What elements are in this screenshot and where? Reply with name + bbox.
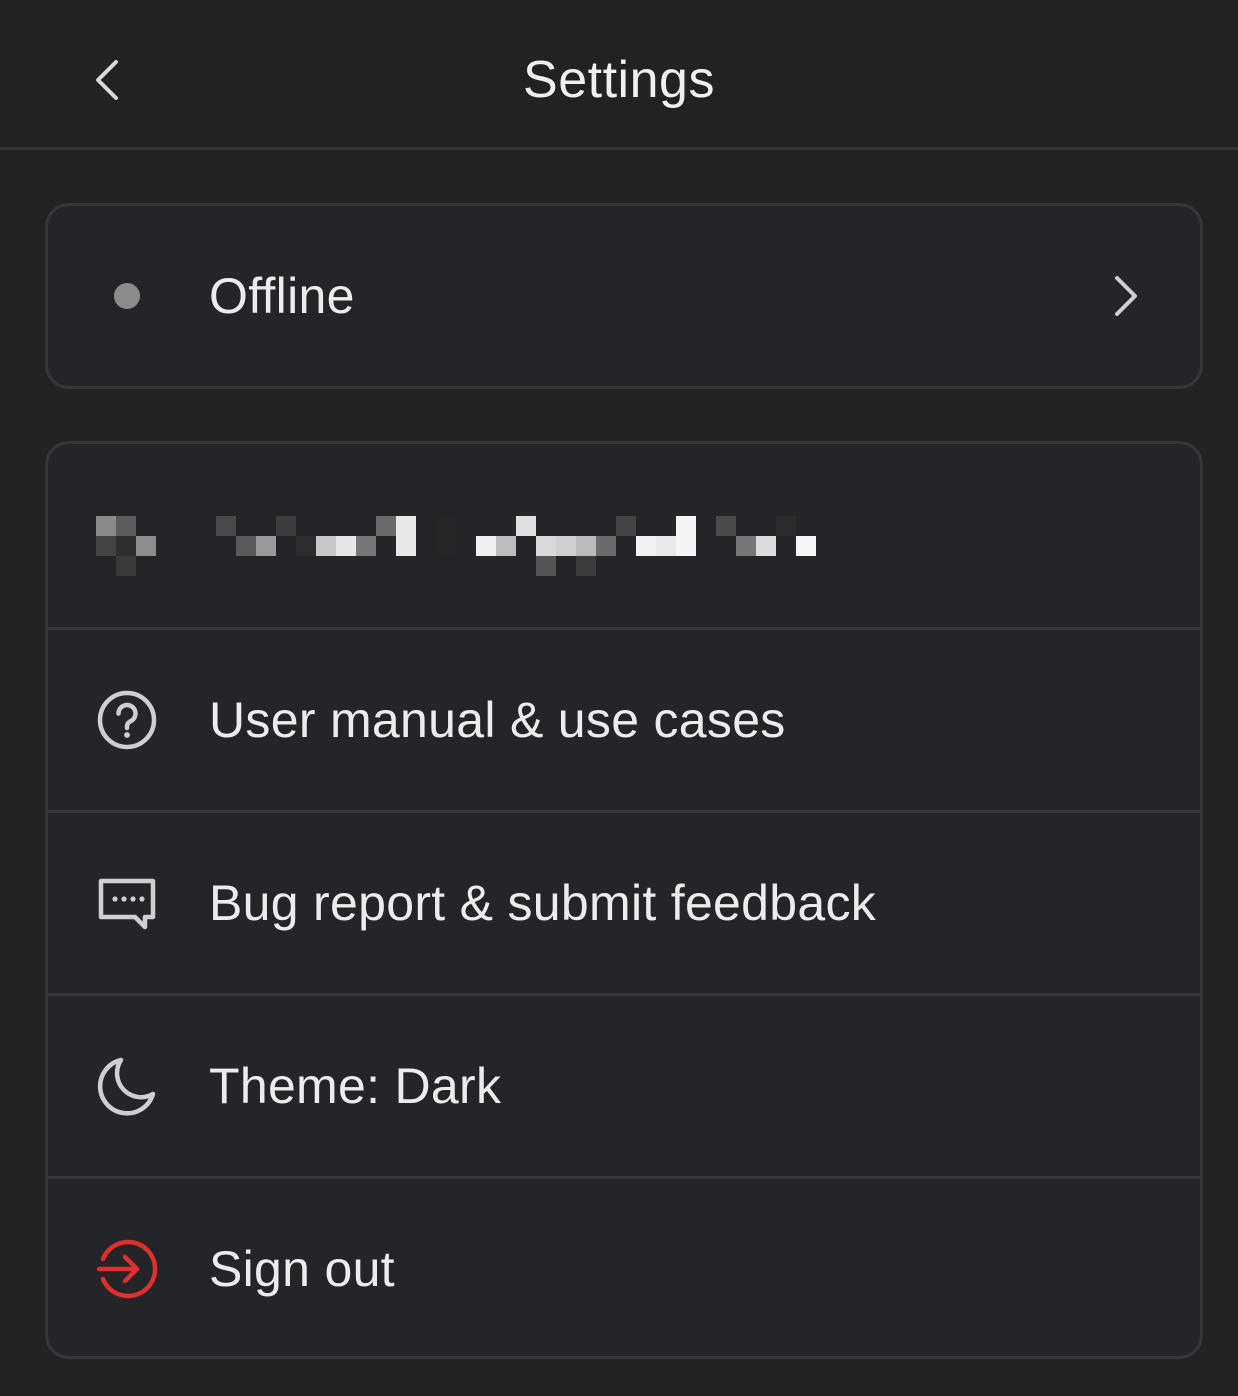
status-dot (114, 283, 140, 309)
menu-item-bug-report[interactable]: Bug report & submit feedback (48, 810, 1200, 993)
sign-out-icon (95, 1237, 159, 1301)
menu-item-label: Theme: Dark (209, 1058, 502, 1114)
menu-item-user-manual[interactable]: User manual & use cases (48, 627, 1200, 810)
menu-item-label: Bug report & submit feedback (209, 875, 877, 931)
status-row[interactable]: Offline (48, 206, 1200, 386)
status-card: Offline (45, 203, 1203, 389)
message-dots-icon (95, 871, 159, 935)
account-row[interactable] (48, 444, 1200, 627)
status-label: Offline (209, 268, 355, 324)
page-title: Settings (523, 51, 715, 109)
redacted-account-info (88, 512, 828, 576)
moon-icon (95, 1054, 159, 1118)
help-circle-icon (95, 688, 159, 752)
menu-card: User manual & use cases Bug report & sub… (45, 441, 1203, 1359)
menu-item-sign-out[interactable]: Sign out (48, 1176, 1200, 1356)
menu-item-label: Sign out (209, 1241, 395, 1297)
status-dot-icon (95, 264, 159, 328)
chevron-right-icon (1106, 266, 1146, 326)
header-bar: Settings (0, 0, 1238, 150)
menu-item-label: User manual & use cases (209, 692, 786, 748)
menu-item-theme[interactable]: Theme: Dark (48, 993, 1200, 1176)
